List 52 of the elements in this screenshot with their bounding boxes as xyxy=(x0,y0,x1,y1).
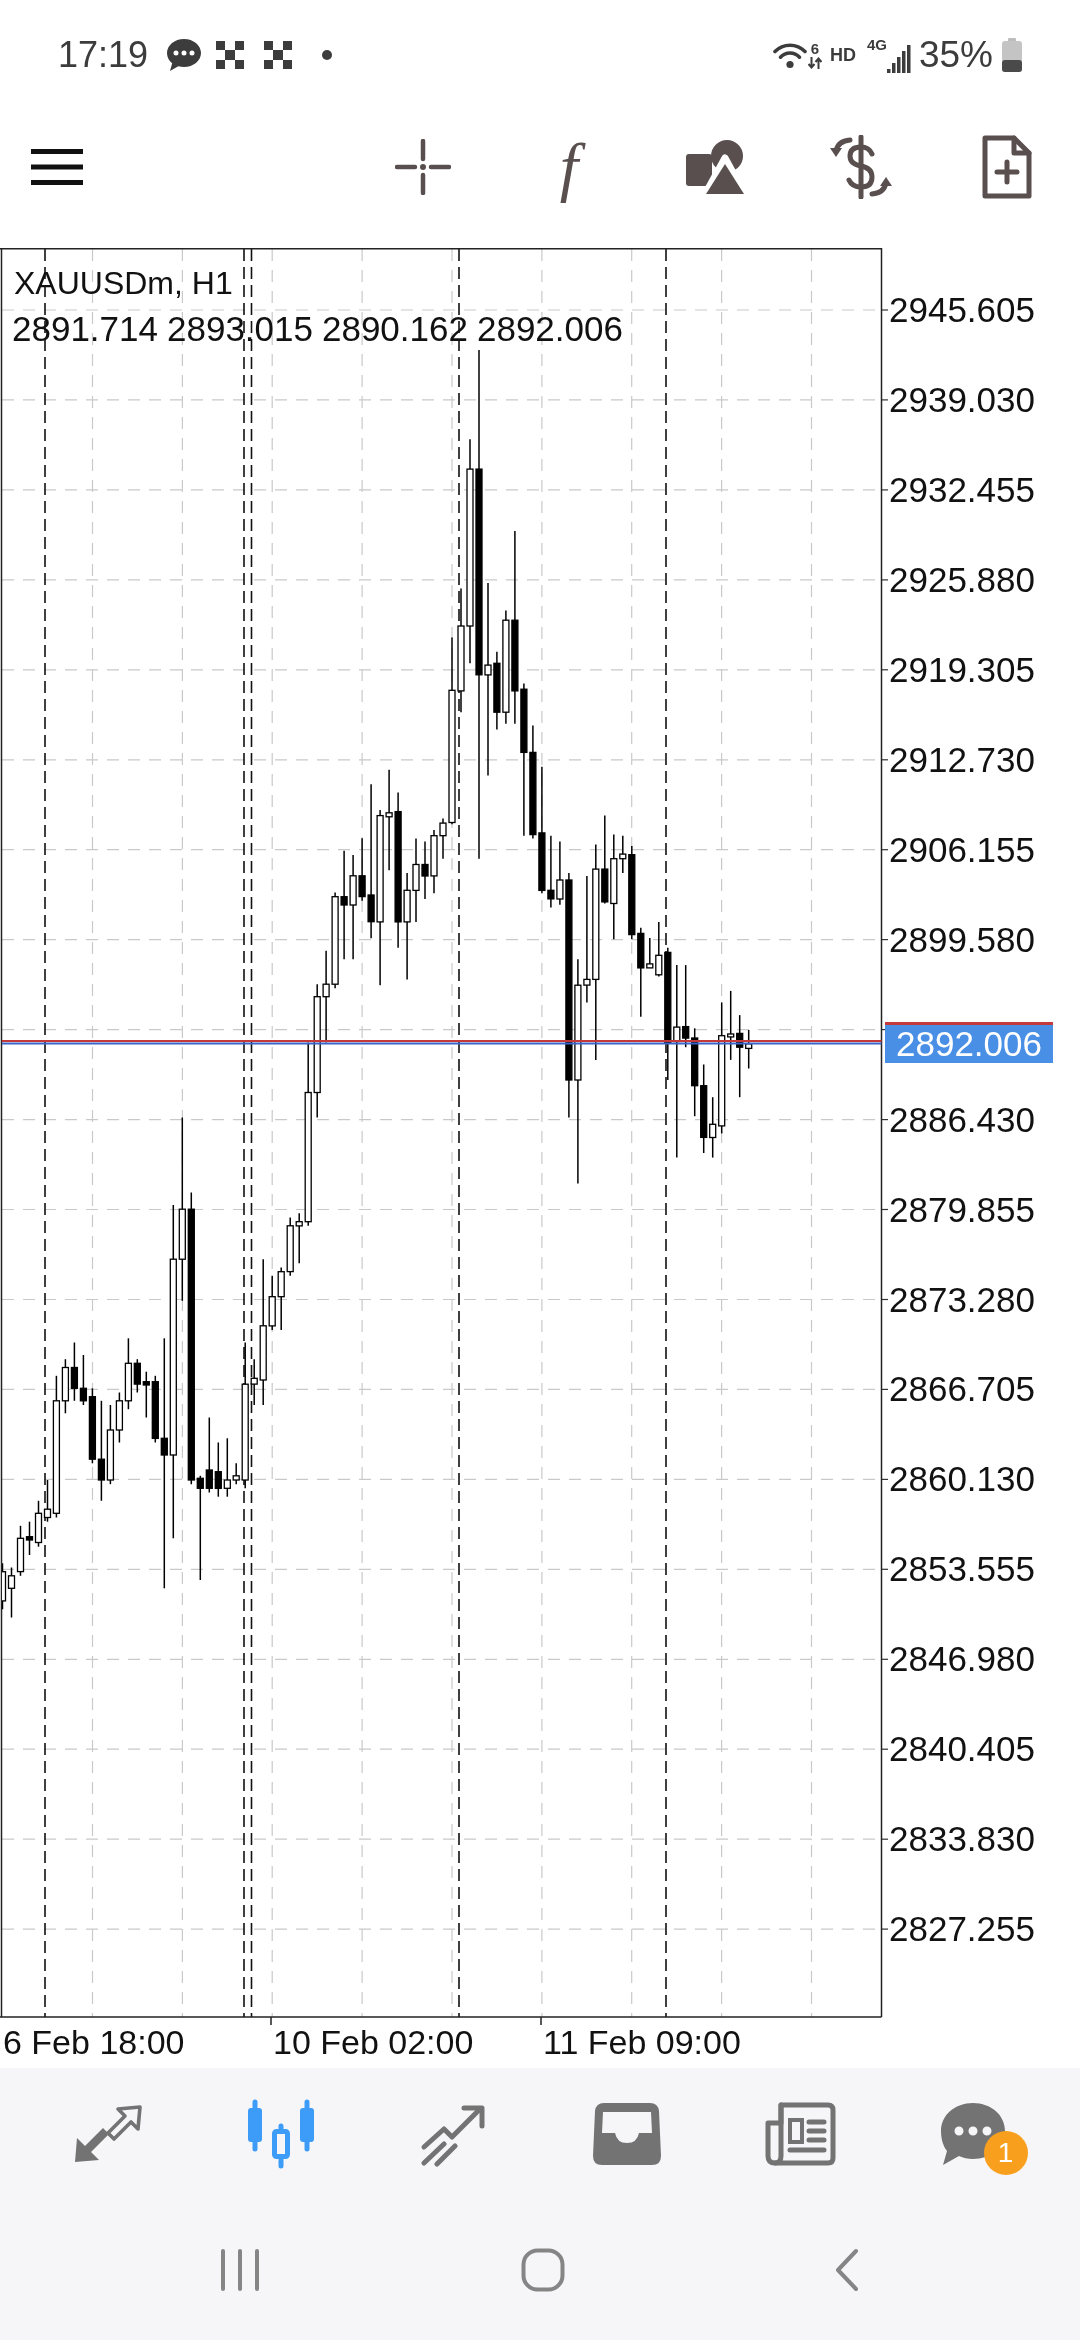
price-axis-label: 2846.980 xyxy=(889,1639,1035,1680)
time-axis-label: 11 Feb 09:00 xyxy=(543,2022,741,2062)
ohlc-value: 2891.714 xyxy=(12,309,158,349)
data-arrows-icon xyxy=(807,57,822,69)
price-axis-label: 2827.255 xyxy=(889,1909,1035,1950)
recent-apps-icon[interactable] xyxy=(220,2249,260,2291)
price-axis-label: 2860.130 xyxy=(889,1459,1035,1500)
inbox-icon[interactable] xyxy=(592,2103,661,2165)
network-type-label: 4G xyxy=(866,37,887,52)
menu-icon[interactable] xyxy=(31,149,83,185)
wifi-icon xyxy=(772,41,807,69)
home-icon[interactable] xyxy=(521,2248,565,2292)
checker-pattern-icon xyxy=(216,41,245,69)
chart-symbol-label: XAUUSDm, H1 xyxy=(14,265,233,301)
new-document-icon[interactable] xyxy=(981,135,1033,199)
price-axis-label: 2899.580 xyxy=(889,919,1035,960)
ohlc-value: 2890.162 xyxy=(321,309,468,349)
price-axis-label: 2939.030 xyxy=(889,379,1035,420)
currency-exchange-icon[interactable] xyxy=(828,135,894,199)
price-axis-label: 2840.405 xyxy=(889,1729,1035,1770)
price-axis-label: 2925.880 xyxy=(889,559,1035,600)
current-price-tag: 2892.006 xyxy=(885,1022,1053,1063)
ohlc-value: 2893.015 xyxy=(167,309,313,349)
chat-bubble-icon xyxy=(166,38,203,72)
wifi-badge-text: 6 xyxy=(810,41,820,56)
clock-time: 17:19 xyxy=(58,35,149,75)
price-axis-label: 2919.305 xyxy=(889,649,1035,690)
time-axis-label: 6 Feb 18:00 xyxy=(3,2022,185,2062)
newspaper-icon[interactable] xyxy=(763,2101,836,2167)
crosshair-icon[interactable] xyxy=(395,139,451,195)
price-axis-label: 2873.280 xyxy=(889,1279,1035,1320)
checker-pattern-icon xyxy=(264,41,293,69)
signal-bars-icon xyxy=(886,43,911,73)
back-icon[interactable] xyxy=(835,2248,859,2292)
price-axis-label: 2912.730 xyxy=(889,739,1035,780)
time-axis-label: 10 Feb 02:00 xyxy=(273,2022,474,2062)
notification-dot-icon xyxy=(322,50,333,60)
price-axis-label: 2906.155 xyxy=(889,829,1035,870)
price-axis-label: 2945.605 xyxy=(889,290,1035,330)
hd-label: HD xyxy=(829,45,856,65)
price-axis-label: 2932.455 xyxy=(889,469,1035,510)
price-axis-label: 2879.855 xyxy=(889,1189,1035,1230)
shapes-icon[interactable] xyxy=(686,140,744,194)
price-axis-label: 2886.430 xyxy=(889,1099,1035,1140)
battery-icon xyxy=(1001,38,1023,72)
price-axis-label: 2853.555 xyxy=(889,1549,1035,1590)
notification-badge: 1 xyxy=(983,2131,1028,2175)
price-axis-label: 2866.705 xyxy=(889,1369,1035,1410)
ohlc-value: 2892.006 xyxy=(476,309,623,349)
arrows-icon[interactable] xyxy=(72,2104,143,2164)
price-axis-label: 2833.830 xyxy=(889,1819,1035,1860)
battery-percentage: 35% xyxy=(918,35,993,75)
